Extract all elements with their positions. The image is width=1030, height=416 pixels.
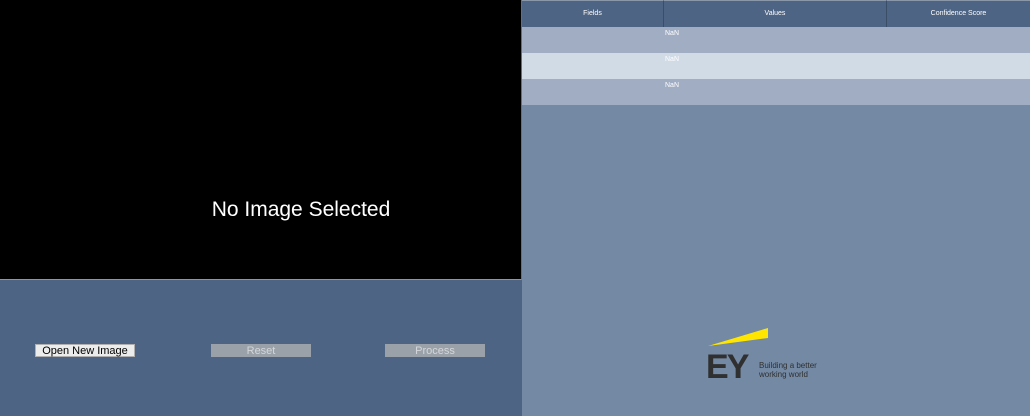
process-button[interactable]: Process xyxy=(385,344,485,357)
left-panel: No Image Selected Open New Image Reset P… xyxy=(0,0,522,416)
table-row[interactable]: NaN xyxy=(522,27,1030,53)
table-row[interactable]: NaN xyxy=(522,79,1030,105)
image-preview-area xyxy=(0,0,522,280)
ey-tagline-line2: working world xyxy=(758,370,808,379)
column-header-confidence[interactable]: Confidence Score xyxy=(887,0,1030,27)
reset-button[interactable]: Reset xyxy=(211,344,311,357)
ey-tagline-line1: Building a better xyxy=(759,361,817,370)
no-image-label: No Image Selected xyxy=(211,198,391,221)
open-new-image-button[interactable]: Open New Image xyxy=(35,344,135,357)
value-cell: NaN xyxy=(665,56,680,63)
results-panel: Fields Values Confidence Score NaN NaN N… xyxy=(522,0,1030,416)
ey-logo-text: EY xyxy=(706,348,750,380)
value-cell: NaN xyxy=(665,30,680,37)
ey-logo: EY Building a better working world xyxy=(704,326,844,386)
ey-logo-accent-bar xyxy=(708,328,768,346)
table-row[interactable]: NaN xyxy=(522,53,1030,79)
value-cell: NaN xyxy=(665,82,680,89)
column-header-fields[interactable]: Fields xyxy=(522,0,664,27)
table-header: Fields Values Confidence Score xyxy=(522,0,1030,27)
column-header-values[interactable]: Values xyxy=(664,0,887,27)
ey-logo-mark: EY Building a better working world xyxy=(706,328,817,386)
